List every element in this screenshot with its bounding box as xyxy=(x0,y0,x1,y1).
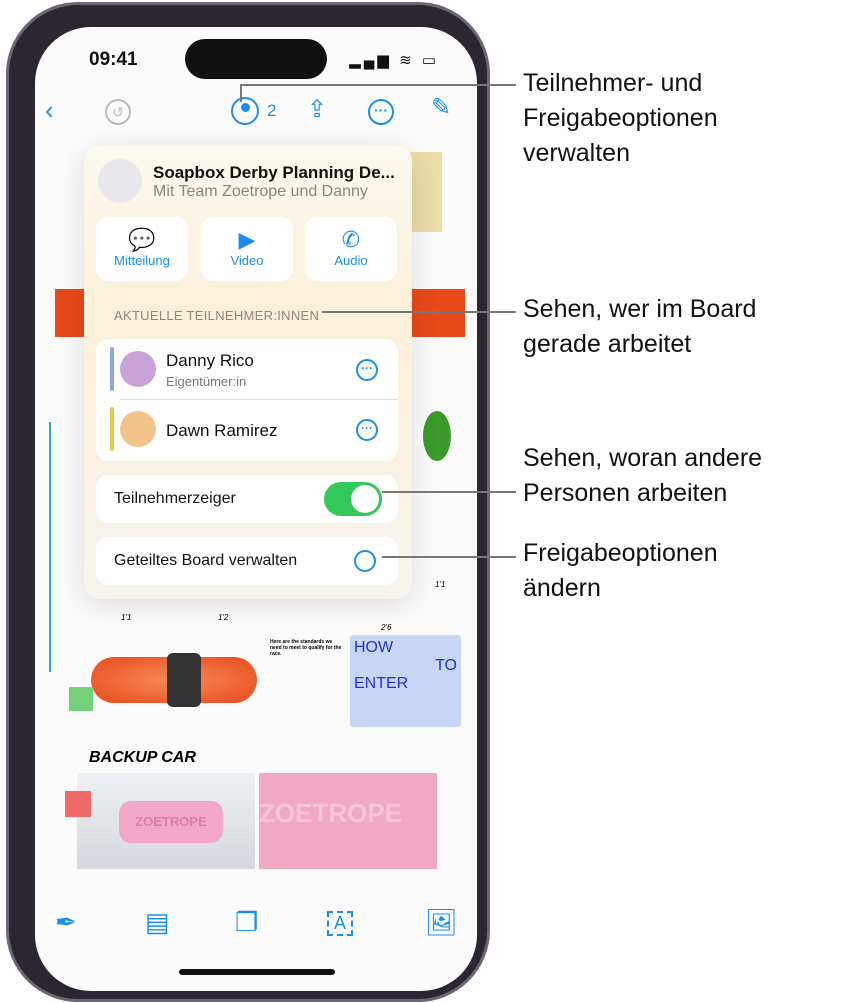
screen: 09:41 ▂▄▆ ≋ ▭ ‹ ↺ 2 ⇪ ··· ✎ Here are the… xyxy=(35,27,477,991)
callout-current-participants: Sehen, wer im Board gerade arbeitet xyxy=(523,295,757,358)
how-text: HOW xyxy=(354,639,394,656)
participant-color-bar xyxy=(110,347,114,391)
callout-line xyxy=(240,84,516,86)
callout-line xyxy=(322,311,516,313)
zoetrope-text: ZOETROPE xyxy=(119,801,223,843)
text-box-tool-icon[interactable]: A xyxy=(327,911,354,936)
section-header: AKTUELLE TEILNEHMER:INNEN xyxy=(114,308,320,323)
collaboration-popover: Soapbox Derby Planning De... Mit Team Zo… xyxy=(84,145,412,599)
audio-label: Audio xyxy=(334,253,368,268)
callout-change-sharing: Freigabeoptionen ändern xyxy=(523,539,718,602)
person-icon xyxy=(241,103,250,112)
pen-tool-icon[interactable]: ✒ xyxy=(55,907,77,938)
avatar xyxy=(120,351,156,387)
enter-text: ENTER xyxy=(354,675,409,692)
collaborate-button[interactable] xyxy=(231,97,259,125)
participant-more-button[interactable]: ··· xyxy=(356,359,378,381)
how-to-enter-card[interactable]: HOW TO ENTER xyxy=(350,635,461,727)
manage-label: Geteiltes Board verwalten xyxy=(114,552,298,569)
video-button[interactable]: ▶ Video xyxy=(201,217,293,281)
message-icon: 💬 xyxy=(128,227,156,252)
shapes-tool-icon[interactable]: ❐ xyxy=(235,907,258,938)
board-subtitle: Mit Team Zoetrope und Danny xyxy=(153,183,368,200)
message-button[interactable]: 💬 Mitteilung xyxy=(96,217,188,281)
wheel-image[interactable] xyxy=(423,411,451,461)
undo-icon[interactable]: ↺ xyxy=(105,99,131,125)
compose-button[interactable]: ✎ xyxy=(431,93,451,122)
callout-manage-sharing: Teilnehmer- und Freigabeoptionen verwalt… xyxy=(523,69,718,167)
phone-icon: ✆ xyxy=(341,227,361,252)
backup-car-heading: BACKUP CAR xyxy=(89,749,196,766)
dynamic-island xyxy=(185,39,327,79)
backup-car-photo-1[interactable]: ZOETROPE xyxy=(77,773,255,869)
sticky-note[interactable] xyxy=(410,152,442,232)
text-block[interactable]: Here are the standards we need to meet t… xyxy=(270,639,342,657)
sticky-note[interactable] xyxy=(69,687,93,711)
callout-line xyxy=(240,84,242,102)
status-icons: ▂▄▆ ≋ ▭ xyxy=(349,52,439,69)
dimension-label: 1'1 xyxy=(121,613,132,622)
participant-name: Danny Rico xyxy=(166,351,254,370)
dimension-label: 1'2 xyxy=(218,613,229,622)
share-button[interactable]: ⇪ xyxy=(307,95,327,124)
divider xyxy=(120,399,398,400)
participant-color-bar xyxy=(110,407,114,451)
callout-line xyxy=(382,491,516,493)
media-tool-icon[interactable]: 🖼 xyxy=(425,907,458,938)
pointer-toggle[interactable] xyxy=(324,482,382,516)
audio-button[interactable]: ✆ Audio xyxy=(305,217,397,281)
to-text: TO xyxy=(435,657,457,674)
manage-shared-board-button[interactable]: Geteiltes Board verwalten xyxy=(96,537,398,585)
callout-line xyxy=(382,556,516,558)
participant-more-button[interactable]: ··· xyxy=(356,419,378,441)
board-title: Soapbox Derby Planning De... xyxy=(153,163,395,182)
zoetrope-text: ZOETROPE xyxy=(259,798,403,828)
car-image[interactable] xyxy=(91,639,257,719)
dimension-label: 1'1 xyxy=(435,580,446,589)
back-button[interactable]: ‹ xyxy=(45,95,54,126)
status-time: 09:41 xyxy=(89,49,138,70)
pointer-row: Teilnehmerzeiger xyxy=(96,475,398,523)
pointer-label: Teilnehmerzeiger xyxy=(114,490,236,507)
more-button[interactable]: ··· xyxy=(368,99,394,125)
board-thumbnail xyxy=(98,159,142,203)
video-icon: ▶ xyxy=(238,227,256,252)
avatar xyxy=(120,411,156,447)
participant-count: 2 xyxy=(267,101,277,120)
message-label: Mitteilung xyxy=(114,253,170,268)
participant-role: Eigentümer:in xyxy=(166,374,247,389)
connector-line xyxy=(49,422,51,672)
callout-pointer: Sehen, woran andere Personen arbeiten xyxy=(523,444,763,507)
participant-name: Dawn Ramirez xyxy=(166,421,278,440)
video-label: Video xyxy=(230,253,264,268)
phone-frame: 09:41 ▂▄▆ ≋ ▭ ‹ ↺ 2 ⇪ ··· ✎ Here are the… xyxy=(6,2,490,1002)
participants-list: Danny Rico Eigentümer:in ··· Dawn Ramire… xyxy=(96,339,398,461)
dimension-label: 2'6 xyxy=(381,623,392,632)
sticky-note[interactable] xyxy=(65,791,91,817)
home-indicator xyxy=(179,969,335,975)
backup-car-photo-2[interactable]: ZOETROPE xyxy=(259,773,437,869)
manage-sharing-icon xyxy=(354,550,376,572)
sticky-note-tool-icon[interactable]: ▤ xyxy=(145,907,170,938)
